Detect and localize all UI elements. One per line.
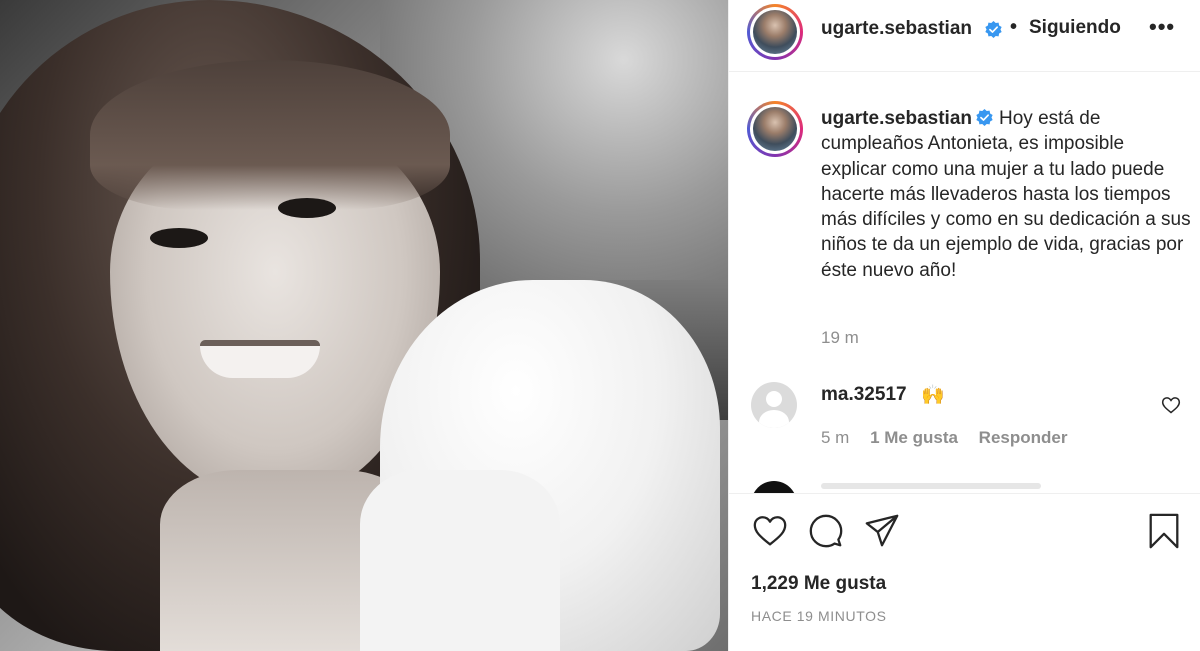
caption-timestamp[interactable]: 19 m [821, 328, 859, 348]
heart-icon[interactable] [751, 512, 789, 550]
next-commenter-avatar[interactable] [751, 481, 797, 493]
post-actions: 1,229 Me gusta HACE 19 MINUTOS [729, 493, 1200, 651]
post-sidebar: ugarte.sebastian • Siguiendo ••• ugarte.… [728, 0, 1200, 651]
commenter-username[interactable]: ma.32517 [821, 384, 907, 406]
post-image[interactable] [0, 0, 728, 651]
comments-area[interactable]: ugarte.sebastian Hoy está de cumpleaños … [729, 73, 1200, 493]
post-header: ugarte.sebastian • Siguiendo ••• [729, 0, 1200, 72]
caption-username[interactable]: ugarte.sebastian [821, 108, 972, 129]
comment-meta: 5 m 1 Me gusta Responder [821, 428, 1083, 448]
author-username[interactable]: ugarte.sebastian [821, 18, 972, 40]
comment-heart-icon[interactable] [1161, 395, 1181, 415]
image-smile [200, 340, 320, 378]
caption-text: Hoy está de cumpleaños Antonieta, es imp… [821, 108, 1191, 281]
post-timestamp[interactable]: HACE 19 MINUTOS [751, 608, 887, 624]
more-options-icon[interactable]: ••• [1149, 14, 1175, 40]
likes-count[interactable]: 1,229 Me gusta [751, 573, 886, 595]
image-eye-left [150, 228, 208, 248]
share-icon[interactable] [863, 512, 901, 550]
image-sweater-front [360, 470, 560, 651]
post-caption: ugarte.sebastian Hoy está de cumpleaños … [821, 106, 1193, 283]
caption-author-avatar[interactable] [747, 101, 803, 157]
comment-icon[interactable] [807, 512, 845, 550]
header-separator: • [1010, 16, 1018, 38]
reply-button[interactable]: Responder [979, 428, 1068, 447]
verified-badge-icon [976, 109, 993, 126]
author-avatar[interactable] [747, 4, 803, 60]
comment-timestamp[interactable]: 5 m [821, 428, 849, 447]
comment-likes[interactable]: 1 Me gusta [870, 428, 958, 447]
next-comment-preview [821, 483, 1041, 489]
comment-text: 🙌 [921, 385, 945, 406]
commenter-avatar[interactable] [751, 382, 797, 428]
image-bangs [90, 60, 450, 210]
image-eye-right [278, 198, 336, 218]
following-button[interactable]: Siguiendo [1029, 17, 1121, 39]
verified-badge-icon [985, 21, 1002, 38]
bookmark-icon[interactable] [1145, 512, 1183, 550]
